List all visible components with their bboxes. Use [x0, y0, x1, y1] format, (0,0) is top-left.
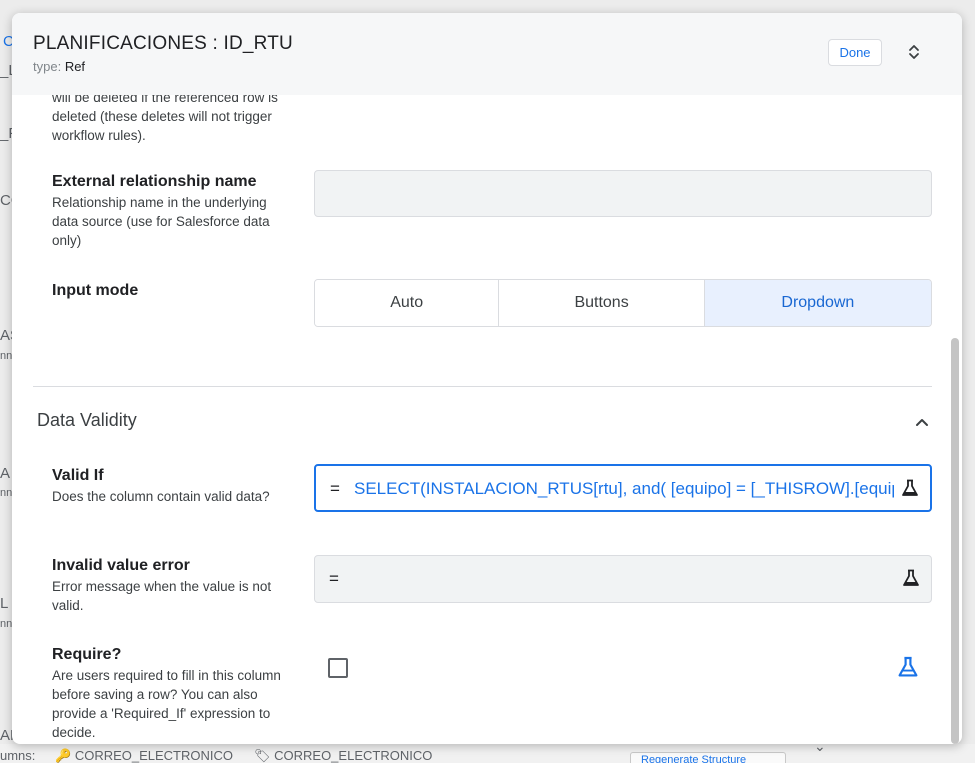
equals-sign: =	[330, 479, 340, 498]
flask-icon[interactable]	[901, 568, 921, 588]
bg-fragment: nn	[0, 350, 13, 362]
column-type-value: Ref	[64, 59, 86, 74]
bg-fragment: L	[0, 595, 9, 612]
input-mode-label: Input mode	[52, 282, 139, 299]
external-relationship-input[interactable]	[314, 170, 932, 217]
input-mode-buttons[interactable]: Buttons	[498, 280, 704, 326]
valid-if-label: Valid If	[52, 467, 104, 484]
bg-fragment: nn	[0, 618, 13, 630]
external-relationship-label: External relationship name	[52, 173, 257, 190]
expand-collapse-icon[interactable]	[904, 42, 924, 62]
external-relationship-description: Relationship name in the underlying data…	[52, 195, 270, 248]
data-validity-title[interactable]: Data Validity	[37, 410, 137, 431]
bg-column-label: 🏷 CORREO_ELECTRONICO	[254, 748, 433, 763]
valid-if-description: Does the column contain valid data?	[52, 489, 270, 504]
require-description: Are users required to fill in this colum…	[52, 668, 281, 740]
modal-content: will be deleted if the referenced row is…	[12, 95, 962, 744]
section-divider	[33, 386, 932, 387]
input-mode-selector: Auto Buttons Dropdown	[314, 279, 932, 327]
done-button[interactable]: Done	[828, 39, 882, 66]
invalid-value-error-input[interactable]: =	[314, 555, 932, 603]
previous-field-description: will be deleted if the referenced row is…	[52, 95, 278, 143]
modal-title: PLANIFICACIONES : ID_RTU	[33, 33, 293, 54]
input-mode-dropdown[interactable]: Dropdown	[703, 280, 931, 326]
invalid-value-error-label: Invalid value error	[52, 557, 190, 574]
invalid-value-error-description: Error message when the value is not vali…	[52, 579, 272, 613]
equals-sign: =	[329, 569, 339, 588]
chevron-up-icon[interactable]	[912, 413, 932, 433]
bg-column-key: 🔑 CORREO_ELECTRONICO	[55, 748, 234, 763]
valid-if-expression: SELECT(INSTALACION_RTUS[rtu], and( [equi…	[354, 479, 894, 498]
flask-icon[interactable]	[900, 478, 920, 498]
column-type: type: Ref	[33, 59, 85, 74]
input-mode-auto[interactable]: Auto	[315, 280, 499, 326]
bg-fragment: nn	[0, 487, 13, 499]
valid-if-expression-input[interactable]: = SELECT(INSTALACION_RTUS[rtu], and( [eq…	[314, 464, 932, 512]
modal-header: PLANIFICACIONES : ID_RTU type: Ref Done	[12, 13, 962, 95]
flask-icon[interactable]	[896, 655, 920, 679]
scrollbar-thumb[interactable]	[951, 338, 959, 744]
require-checkbox[interactable]	[328, 658, 348, 678]
bg-fragment: A	[0, 465, 11, 482]
require-label: Require?	[52, 646, 122, 663]
regenerate-structure-button: Regenerate Structure	[630, 752, 786, 763]
column-editor-modal: PLANIFICACIONES : ID_RTU type: Ref Done …	[12, 13, 962, 744]
bg-columns-label: umns:	[0, 748, 36, 763]
column-type-key: type:	[33, 59, 62, 74]
bg-columns-bar: umns: 🔑 CORREO_ELECTRONICO 🏷 CORREO_ELEC…	[0, 744, 975, 763]
